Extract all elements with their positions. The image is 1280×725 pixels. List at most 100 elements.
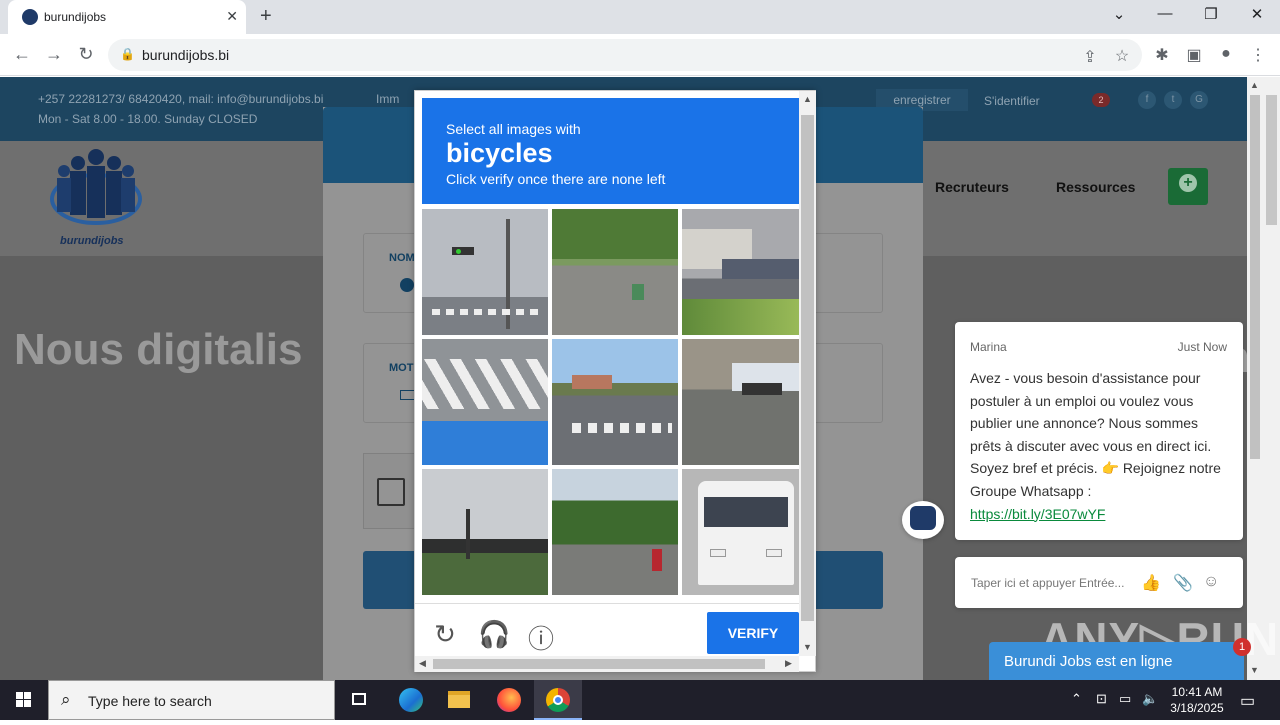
restore-button[interactable]: ❐ <box>1199 5 1223 23</box>
search-icon: ⌕ <box>61 690 71 709</box>
scroll-down-arrow-icon[interactable]: ▼ <box>1250 665 1259 675</box>
captcha-vertical-scrollbar[interactable]: ▲ ▼ <box>799 91 816 656</box>
folder-icon <box>448 691 470 708</box>
page-scrollbar-thumb[interactable] <box>1250 95 1260 459</box>
chat-input[interactable]: Taper ici et appuyer Entrée... 👍 📎 ☺ <box>955 557 1243 608</box>
minimize-button[interactable]: — <box>1153 5 1177 22</box>
chat-time: Just Now <box>1177 340 1227 354</box>
captcha-tile-7[interactable] <box>422 469 548 595</box>
reload-challenge-icon[interactable]: ↻ <box>430 619 460 650</box>
windows-taskbar: ⌕ Type here to search ⌃ ⊡ ▭ 🔈 10:41 AM 3… <box>0 680 1280 720</box>
location-text: Imm <box>376 92 400 106</box>
tab-search-icon[interactable]: ⌄ <box>1107 5 1131 23</box>
clock-date: 3/18/2025 <box>1170 701 1224 715</box>
favicon-icon <box>22 9 38 25</box>
extensions-icon[interactable]: ✱ <box>1151 45 1173 65</box>
outer-scrollbar[interactable] <box>1263 77 1280 680</box>
chat-whatsapp-link[interactable]: https://bit.ly/3E07wYF <box>970 506 1105 522</box>
network-icon[interactable]: ⊡ <box>1096 691 1107 707</box>
chrome-icon-center <box>553 695 563 705</box>
lock-icon: 🔒 <box>120 47 135 61</box>
url-text: burundijobs.bi <box>142 47 230 63</box>
back-icon[interactable]: ← <box>10 44 34 65</box>
task-view-icon <box>352 693 366 705</box>
chat-message-text: Avez - vous besoin d'assistance pour pos… <box>970 370 1221 499</box>
share-icon[interactable]: ⇪ <box>1079 47 1101 67</box>
login-link[interactable]: S'identifier <box>984 94 1040 108</box>
edge-taskbar-button[interactable] <box>386 680 434 720</box>
info-icon[interactable]: ⓘ <box>526 619 556 656</box>
logo-figures-icon <box>50 149 142 225</box>
menu-recruteurs[interactable]: Recruteurs <box>935 179 1009 195</box>
captcha-tile-3[interactable] <box>682 209 808 335</box>
verify-button[interactable]: VERIFY <box>707 612 799 654</box>
page-scrollbar[interactable]: ▲ ▼ <box>1247 77 1263 680</box>
captcha-keyword: bicycles <box>446 138 553 168</box>
scroll-up-arrow-icon[interactable]: ▲ <box>1250 80 1259 90</box>
task-view-button[interactable] <box>336 680 384 720</box>
profile-icon[interactable]: ● <box>1215 45 1237 63</box>
captcha-vertical-thumb[interactable] <box>801 115 814 621</box>
twitter-icon[interactable]: t <box>1164 91 1182 109</box>
taskbar-clock[interactable]: 10:41 AM 3/18/2025 <box>1162 684 1232 716</box>
chat-status-bar[interactable]: Burundi Jobs est en ligne <box>989 642 1244 680</box>
captcha-horizontal-scrollbar[interactable]: ◀ ▶ <box>415 656 799 672</box>
google-icon[interactable]: G <box>1190 91 1208 109</box>
tab-title: burundijobs <box>44 10 107 24</box>
add-button[interactable]: + <box>1168 168 1208 205</box>
menu-ressources[interactable]: Ressources <box>1056 179 1135 195</box>
audio-challenge-icon[interactable]: 🎧 <box>478 619 510 650</box>
opening-hours: Mon - Sat 8.00 - 18.00. Sunday CLOSED <box>38 112 258 126</box>
side-panel-icon[interactable]: ▣ <box>1183 45 1205 65</box>
chrome-taskbar-button[interactable] <box>534 680 582 720</box>
notification-badge[interactable]: 2 <box>1092 93 1110 107</box>
captcha-tile-4[interactable] <box>422 339 548 465</box>
captcha-horizontal-thumb[interactable] <box>433 659 765 669</box>
attachment-icon[interactable]: 📎 <box>1173 573 1193 593</box>
start-button[interactable] <box>0 680 48 720</box>
captcha-header: Select all images with bicycles Click ve… <box>422 98 799 204</box>
tab-burundijobs[interactable]: burundijobs ✕ <box>8 0 246 34</box>
captcha-tile-8[interactable] <box>552 469 678 595</box>
chat-message: Avez - vous besoin d'assistance pour pos… <box>970 367 1232 525</box>
outer-scrollbar-thumb[interactable] <box>1266 95 1277 225</box>
firefox-taskbar-button[interactable] <box>484 680 532 720</box>
close-window-button[interactable]: ✕ <box>1245 5 1269 23</box>
captcha-scroll-left-icon[interactable]: ◀ <box>419 658 426 669</box>
menu-icon[interactable]: ⋮ <box>1247 45 1269 65</box>
captcha-tile-1[interactable] <box>422 209 548 335</box>
plus-icon: + <box>1179 174 1197 192</box>
reload-icon[interactable]: ↻ <box>74 44 98 65</box>
captcha-scroll-down-icon[interactable]: ▼ <box>803 642 812 652</box>
address-bar[interactable]: 🔒 burundijobs.bi ⇪ ☆ <box>108 39 1142 71</box>
captcha-scroll-right-icon[interactable]: ▶ <box>785 658 792 669</box>
captcha-tile-2[interactable] <box>552 209 678 335</box>
bookmark-star-icon[interactable]: ☆ <box>1111 46 1133 66</box>
notifications-icon[interactable]: ▭ <box>1240 691 1255 711</box>
captcha-tile-5[interactable] <box>552 339 678 465</box>
captcha-tile-6[interactable] <box>682 339 808 465</box>
new-tab-button[interactable]: + <box>260 5 272 28</box>
forward-icon[interactable]: → <box>42 44 66 65</box>
captcha-hint: Click verify once there are none left <box>446 171 666 187</box>
clock-time: 10:41 AM <box>1171 685 1223 699</box>
captcha-scroll-up-icon[interactable]: ▲ <box>803 94 812 104</box>
tab-strip: burundijobs ✕ + ⌄ — ❐ ✕ <box>0 0 1280 34</box>
captcha-divider <box>415 603 799 604</box>
volume-icon[interactable]: 🔈 <box>1142 691 1158 707</box>
chat-unread-badge: 1 <box>1233 638 1251 656</box>
facebook-icon[interactable]: f <box>1138 91 1156 109</box>
tray-overflow-icon[interactable]: ⌃ <box>1071 691 1082 707</box>
burundijobs-avatar-icon <box>910 506 936 530</box>
thumbs-up-icon[interactable]: 👍 <box>1141 573 1161 593</box>
site-logo[interactable]: burundijobs <box>48 147 144 247</box>
close-tab-icon[interactable]: ✕ <box>226 8 238 25</box>
chat-bubble: Marina Just Now Avez - vous besoin d'ass… <box>955 322 1243 540</box>
emoji-icon[interactable]: ☺ <box>1203 573 1219 591</box>
taskbar-search[interactable]: ⌕ Type here to search <box>48 680 335 720</box>
file-explorer-taskbar-button[interactable] <box>434 680 482 720</box>
chat-avatar[interactable] <box>902 501 944 539</box>
logo-text: burundijobs <box>60 235 124 247</box>
captcha-tile-9[interactable] <box>682 469 808 595</box>
battery-icon[interactable]: ▭ <box>1119 691 1131 707</box>
